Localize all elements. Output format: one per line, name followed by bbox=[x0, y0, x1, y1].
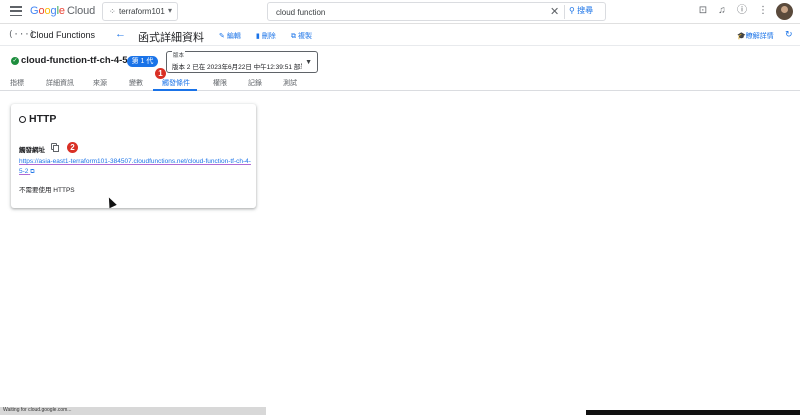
more-vert-icon[interactable]: ⋮ bbox=[757, 5, 769, 17]
school-icon: 🎓 bbox=[737, 33, 746, 40]
chevron-down-icon: ▼ bbox=[305, 59, 312, 66]
version-value: 版本 2 已在 2023年6月22日 中午12:39:51 部署... bbox=[172, 64, 302, 71]
project-selector[interactable]: ⁘ terraform101 ▾ bbox=[102, 2, 178, 21]
function-name: cloud-function-tf-ch-4-5-2 bbox=[21, 55, 137, 66]
edit-button[interactable]: ✎ 編輯 bbox=[219, 31, 241, 41]
function-header: ✓ cloud-function-tf-ch-4-5-2 第 1 代 版本 版本… bbox=[0, 51, 800, 73]
copy-icon: ⧉ bbox=[291, 33, 296, 40]
search-divider bbox=[564, 5, 565, 19]
trash-icon: ▮ bbox=[256, 33, 260, 40]
refresh-icon[interactable]: ↻ bbox=[785, 29, 793, 40]
active-tab-indicator bbox=[153, 89, 197, 91]
search-input[interactable] bbox=[276, 6, 546, 18]
copy-button[interactable]: ⧉ 複製 bbox=[291, 31, 312, 41]
bell-icon[interactable]: ♫ bbox=[716, 5, 728, 17]
browser-status-bar: Waiting for cloud.google.com... bbox=[0, 407, 266, 415]
chevron-down-icon: ▾ bbox=[167, 6, 172, 15]
menu-icon[interactable] bbox=[10, 6, 22, 17]
trigger-type-title: HTTP bbox=[29, 113, 57, 125]
google-cloud-logo[interactable]: Google Cloud bbox=[30, 5, 95, 17]
service-header: (···) Cloud Functions ← 函式詳細資料 ✎ 編輯 ▮ 刪除… bbox=[0, 24, 800, 46]
page-title: 函式詳細資料 bbox=[138, 32, 204, 44]
https-note: 不需要使用 HTTPS bbox=[19, 187, 75, 194]
terminal-icon[interactable]: ⊡ bbox=[697, 5, 709, 17]
annotation-marker-2: 2 bbox=[67, 142, 78, 153]
tab-variables[interactable]: 變數 bbox=[129, 78, 143, 88]
pencil-icon: ✎ bbox=[219, 33, 225, 40]
open-in-new-icon: ⧉ bbox=[30, 168, 35, 175]
clear-icon[interactable]: ✕ bbox=[550, 5, 559, 18]
scrollbar-track[interactable] bbox=[266, 410, 586, 415]
project-name: terraform101 bbox=[119, 7, 165, 16]
delete-button[interactable]: ▮ 刪除 bbox=[256, 31, 276, 41]
avatar[interactable] bbox=[776, 3, 793, 20]
tab-source[interactable]: 來源 bbox=[93, 78, 107, 88]
status-ok-icon: ✓ bbox=[11, 57, 19, 65]
top-bar: GoogleCloud ⁘ terraform101 ▾ ✕ ⚲ 搜尋 ⊡ ♫ … bbox=[0, 0, 800, 24]
service-title[interactable]: Cloud Functions bbox=[30, 30, 95, 40]
back-arrow-icon[interactable]: ← bbox=[115, 28, 126, 40]
trigger-card: HTTP 觸發網址 2 https://asia-east1-terraform… bbox=[11, 104, 256, 208]
search-button[interactable]: ⚲ 搜尋 bbox=[569, 5, 593, 16]
scrollbar-thumb[interactable] bbox=[586, 410, 800, 415]
version-select[interactable]: 版本 版本 2 已在 2023年6月22日 中午12:39:51 部署... ▼ bbox=[166, 51, 318, 73]
tab-details[interactable]: 詳細資訊 bbox=[46, 78, 74, 88]
trigger-url-link[interactable]: https://asia-east1-terraform101-384507.c… bbox=[19, 157, 251, 177]
tab-metrics[interactable]: 指標 bbox=[10, 78, 24, 88]
tab-trigger[interactable]: 觸發條件 bbox=[162, 78, 190, 88]
project-icon: ⁘ bbox=[109, 7, 116, 16]
tab-testing[interactable]: 測試 bbox=[283, 78, 297, 88]
help-icon[interactable]: ⓘ bbox=[736, 5, 748, 17]
learn-more-button[interactable]: 🎓瞭解詳情 bbox=[737, 31, 774, 41]
tab-bar: 指標 詳細資訊 來源 變數 觸發條件 權限 記錄 測試 bbox=[0, 74, 800, 91]
tab-permissions[interactable]: 權限 bbox=[213, 78, 227, 88]
tab-logs[interactable]: 記錄 bbox=[248, 78, 262, 88]
copy-icon[interactable] bbox=[51, 143, 59, 152]
search-icon: ⚲ bbox=[569, 6, 575, 15]
search-bar: ✕ ⚲ 搜尋 bbox=[267, 2, 606, 21]
http-icon bbox=[19, 116, 26, 123]
generation-badge: 第 1 代 bbox=[127, 56, 158, 67]
version-label: 版本 bbox=[172, 51, 186, 59]
trigger-url-label: 觸發網址 bbox=[19, 147, 45, 154]
